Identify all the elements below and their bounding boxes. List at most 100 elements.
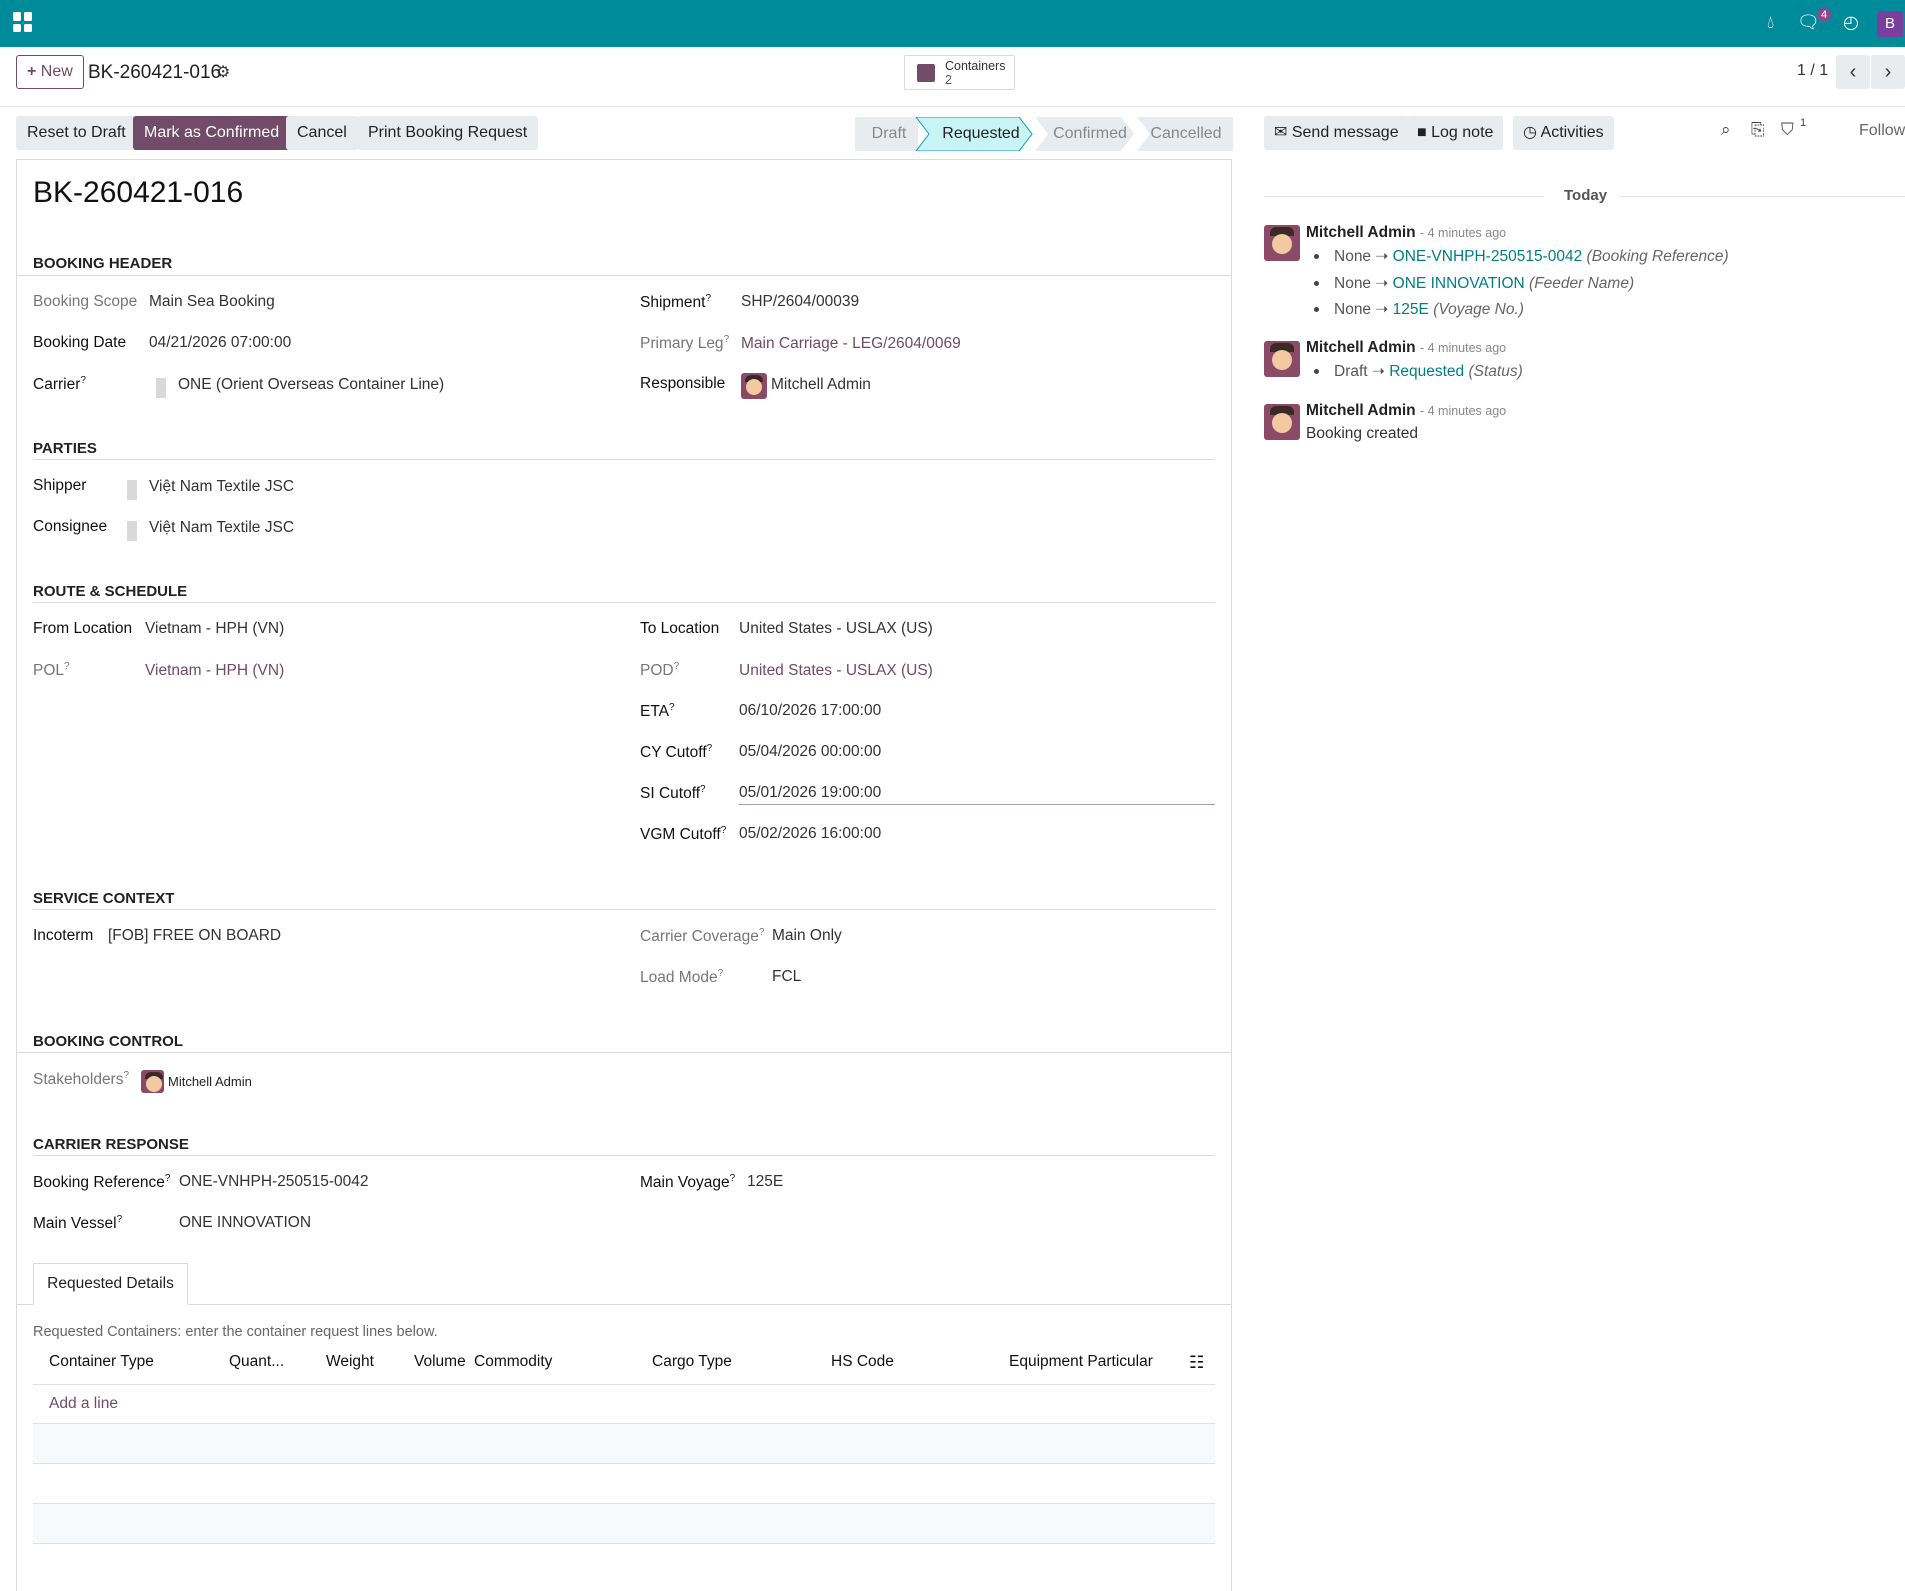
print-booking-request-button[interactable]: Print Booking Request: [357, 116, 539, 150]
tab-requested-details[interactable]: Requested Details: [33, 1263, 188, 1305]
add-a-line-link[interactable]: Add a line: [49, 1395, 118, 1413]
field-shipment[interactable]: SHP/2604/00039: [741, 293, 859, 311]
shipper-image-icon: [127, 480, 137, 500]
column-volume[interactable]: Volume: [414, 1353, 466, 1371]
stage-cancelled[interactable]: Cancelled: [1140, 117, 1232, 151]
help-icon[interactable]: ?: [705, 293, 711, 304]
follow-button[interactable]: Follow: [1859, 122, 1905, 140]
field-si-cutoff[interactable]: 05/01/2026 19:00:00: [739, 784, 881, 802]
field-from-location[interactable]: Vietnam - HPH (VN): [145, 620, 284, 638]
field-carrier-coverage[interactable]: Main Only: [772, 927, 842, 945]
field-main-vessel[interactable]: ONE INNOVATION: [179, 1214, 311, 1232]
drop-icon[interactable]: 💧︎: [1767, 12, 1774, 32]
help-icon[interactable]: ?: [724, 334, 730, 345]
field-shipper[interactable]: Việt Nam Textile JSC: [149, 478, 294, 496]
avatar: [1264, 225, 1300, 261]
label-stakeholders: Stakeholders?: [33, 1070, 130, 1089]
tracking-value: None ➝ ONE-VNHPH-250515-0042 (Booking Re…: [1314, 247, 1729, 266]
field-main-voyage[interactable]: 125E: [747, 1173, 783, 1191]
column-cargo-type[interactable]: Cargo Type: [652, 1353, 732, 1371]
table-divider: [33, 1543, 1215, 1544]
field-consignee[interactable]: Việt Nam Textile JSC: [149, 519, 294, 537]
help-icon[interactable]: ?: [669, 702, 675, 713]
help-icon[interactable]: ?: [123, 1070, 129, 1081]
divider: [33, 602, 1215, 603]
help-icon[interactable]: ?: [674, 661, 680, 672]
field-vgm-cutoff[interactable]: 05/02/2026 16:00:00: [739, 825, 881, 843]
table-row: [33, 1424, 1215, 1463]
stage-requested[interactable]: Requested: [928, 117, 1034, 151]
label-booking-date: Booking Date: [33, 334, 127, 351]
field-booking-date[interactable]: 04/21/2026 07:00:00: [149, 334, 291, 352]
chat-badge: 4: [1817, 8, 1832, 22]
help-icon[interactable]: ?: [759, 927, 765, 938]
section-service-context: SERVICE CONTEXT: [33, 890, 175, 907]
send-message-button[interactable]: ✉ Send message: [1264, 116, 1409, 150]
field-pod[interactable]: United States - USLAX (US): [739, 662, 933, 680]
field-pol[interactable]: Vietnam - HPH (VN): [145, 662, 284, 680]
help-icon[interactable]: ?: [117, 1214, 123, 1225]
column-equipment-particular[interactable]: Equipment Particular: [1009, 1353, 1153, 1371]
plus-icon: +: [27, 63, 37, 80]
field-cy-cutoff[interactable]: 05/04/2026 00:00:00: [739, 743, 881, 761]
stage-draft[interactable]: Draft: [855, 117, 923, 151]
help-icon[interactable]: ?: [80, 375, 86, 386]
help-icon[interactable]: ?: [700, 784, 706, 795]
divider: [33, 909, 1215, 910]
mark-as-confirmed-button[interactable]: Mark as Confirmed: [133, 116, 291, 150]
label-main-vessel: Main Vessel?: [33, 1214, 123, 1233]
help-icon[interactable]: ?: [718, 968, 724, 979]
field-carrier[interactable]: ONE (Orient Overseas Container Line): [178, 376, 444, 394]
user-avatar[interactable]: B: [1877, 11, 1903, 37]
field-booking-scope[interactable]: Main Sea Booking: [149, 293, 275, 311]
apps-menu-icon[interactable]: [13, 12, 33, 32]
reset-to-draft-button[interactable]: Reset to Draft: [16, 116, 137, 150]
help-icon[interactable]: ?: [730, 1173, 736, 1184]
field-load-mode[interactable]: FCL: [772, 968, 801, 986]
search-icon[interactable]: ⌕: [1721, 120, 1731, 140]
message-author: Mitchell Admin - 4 minutes ago: [1306, 224, 1507, 241]
column-hs-code[interactable]: HS Code: [831, 1353, 894, 1371]
gear-icon[interactable]: ⚙: [216, 62, 230, 82]
optional-columns-icon[interactable]: ☷: [1189, 1353, 1204, 1373]
new-button[interactable]: + New: [16, 55, 84, 89]
field-incoterm[interactable]: [FOB] FREE ON BOARD: [108, 927, 281, 945]
help-icon[interactable]: ?: [64, 661, 70, 672]
cancel-button[interactable]: Cancel: [286, 116, 358, 150]
clock-icon[interactable]: ◴: [1843, 12, 1859, 32]
field-primary-leg[interactable]: Main Carriage - LEG/2604/0069: [741, 335, 961, 353]
envelope-icon: ✉: [1274, 124, 1288, 141]
field-to-location[interactable]: United States - USLAX (US): [739, 620, 933, 638]
activities-button[interactable]: ◷ Activities: [1513, 116, 1614, 150]
field-responsible[interactable]: Mitchell Admin: [771, 376, 871, 394]
column-container-type[interactable]: Container Type: [49, 1353, 154, 1371]
chevron-left-icon[interactable]: ‹: [1836, 55, 1870, 89]
label-incoterm: Incoterm: [33, 927, 94, 944]
chevron-right-icon[interactable]: ›: [1871, 55, 1905, 89]
tab-divider: [16, 1304, 1232, 1305]
paperclip-icon[interactable]: ⎘: [1751, 120, 1765, 140]
log-note-button[interactable]: ■ Log note: [1407, 116, 1504, 150]
top-navbar: 💧︎ 🗨︎ 4 ◴ B: [0, 0, 1905, 47]
label-shipper: Shipper: [33, 477, 87, 494]
table-hint: Requested Containers: enter the containe…: [33, 1324, 438, 1340]
stage-confirmed[interactable]: Confirmed: [1040, 117, 1140, 151]
form-sheet: [16, 159, 1232, 1591]
label-consignee: Consignee: [33, 518, 108, 535]
table-row: [33, 1504, 1215, 1543]
tag-stakeholder[interactable]: Mitchell Admin: [168, 1074, 252, 1089]
containers-smart-button[interactable]: Containers 2: [904, 55, 1015, 90]
label-booking-reference: Booking Reference?: [33, 1173, 171, 1192]
followers-icon[interactable]: ⛉: [1781, 120, 1794, 140]
help-icon[interactable]: ?: [165, 1173, 171, 1184]
column-weight[interactable]: Weight: [326, 1353, 374, 1371]
field-booking-reference[interactable]: ONE-VNHPH-250515-0042: [179, 1173, 369, 1191]
booking-name-field[interactable]: BK-260421-016: [33, 176, 243, 210]
column-commodity[interactable]: Commodity: [474, 1353, 552, 1371]
column-quantity[interactable]: Quant...: [229, 1353, 284, 1371]
pager-value[interactable]: 1 / 1: [1797, 62, 1828, 80]
field-eta[interactable]: 06/10/2026 17:00:00: [739, 702, 881, 720]
help-icon[interactable]: ?: [721, 825, 727, 836]
help-icon[interactable]: ?: [707, 743, 713, 754]
divider: [33, 459, 1215, 460]
